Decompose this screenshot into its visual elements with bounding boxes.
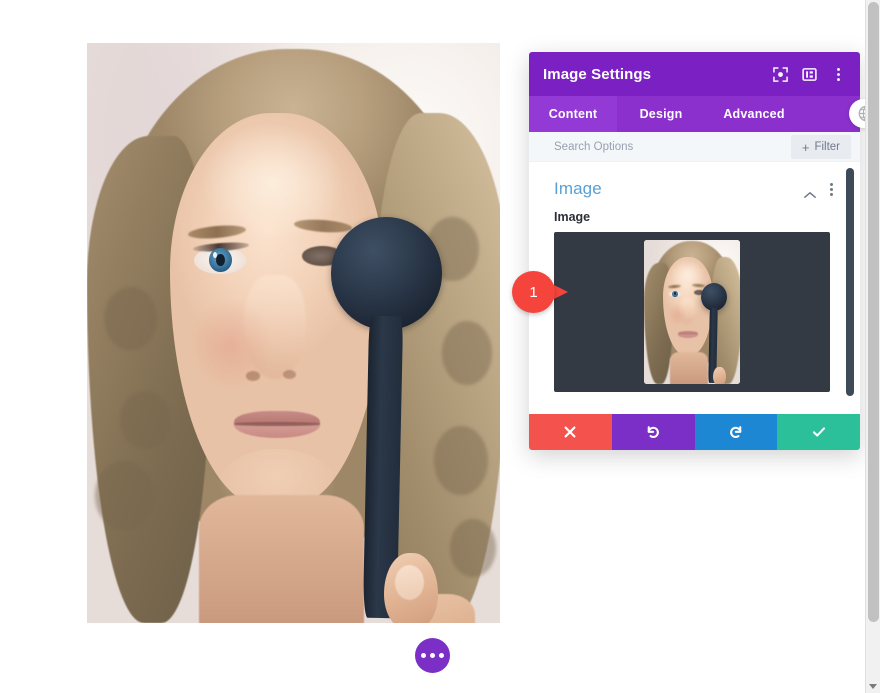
page-scrollbar-track[interactable]: [865, 0, 880, 693]
neck: [198, 495, 364, 623]
plus-icon: +: [801, 139, 810, 155]
dot-icon: [830, 182, 833, 186]
portrait-photo: [87, 43, 500, 623]
search-options-bar: + Filter: [529, 132, 860, 162]
callout-marker-1: 1: [512, 271, 576, 313]
hair-curl: [103, 286, 158, 351]
checkmark-icon: [812, 427, 825, 437]
module-actions-button[interactable]: [415, 638, 450, 673]
image-upload-preview[interactable]: [554, 232, 830, 392]
image-settings-modal: Image Settings Content Design Advanced S…: [529, 52, 860, 450]
modal-header: Image Settings: [529, 52, 860, 96]
dot-icon: [830, 187, 833, 191]
dot-icon: [430, 653, 435, 658]
page-scrollbar-thumb[interactable]: [868, 2, 879, 622]
chevron-up-icon[interactable]: [804, 186, 816, 198]
neck: [669, 352, 709, 384]
lip-line: [233, 422, 321, 426]
focus-target-icon[interactable]: [773, 66, 788, 82]
layout-panel-icon[interactable]: [802, 67, 817, 82]
redo-button[interactable]: [694, 414, 778, 450]
image-section-header: Image: [554, 162, 835, 208]
occluder-paddle-head: [330, 217, 443, 330]
hair-curl: [433, 425, 488, 496]
dot-icon: [830, 192, 833, 196]
nostril-left: [246, 371, 261, 381]
hair-curl: [450, 518, 496, 577]
modal-header-actions: [773, 66, 846, 82]
scroll-down-arrow-icon[interactable]: [869, 684, 877, 689]
close-icon: [564, 426, 576, 438]
tab-advanced[interactable]: Advanced: [705, 96, 803, 132]
occluder-paddle-head: [700, 283, 727, 312]
thumbnail-photo: [644, 240, 740, 384]
filter-button[interactable]: + Filter: [790, 135, 851, 159]
pupil-left: [215, 254, 225, 267]
hair-curl: [120, 391, 170, 449]
dot-icon: [421, 653, 426, 658]
tab-design[interactable]: Design: [617, 96, 705, 132]
eye-catchlight: [212, 251, 218, 259]
image-thumbnail: [644, 240, 740, 384]
search-input[interactable]: [554, 140, 754, 153]
thumb: [713, 366, 726, 384]
filter-button-label: Filter: [814, 141, 840, 153]
tab-content[interactable]: Content: [529, 96, 617, 132]
image-field-label: Image: [554, 210, 591, 224]
save-button[interactable]: [777, 414, 860, 450]
hair-curl: [442, 321, 492, 386]
undo-icon: [647, 426, 660, 438]
dot-icon: [439, 653, 444, 658]
modal-title: Image Settings: [543, 65, 652, 83]
redo-icon: [729, 426, 742, 438]
cancel-button[interactable]: [529, 414, 612, 450]
modal-footer: [529, 414, 860, 450]
nose: [243, 275, 306, 380]
marker-number: 1: [529, 283, 538, 301]
kebab-menu-icon[interactable]: [828, 181, 835, 198]
section-controls: [804, 181, 835, 198]
modal-tabs: Content Design Advanced: [529, 96, 860, 132]
modal-body: Image Image: [529, 162, 860, 414]
section-title: Image: [554, 179, 602, 198]
canvas-image[interactable]: [87, 43, 500, 623]
modal-scrollbar-thumb[interactable]: [846, 168, 854, 396]
kebab-menu-icon[interactable]: [831, 67, 846, 82]
undo-button[interactable]: [611, 414, 695, 450]
nose: [680, 297, 695, 324]
screen-root: Image Settings Content Design Advanced S…: [0, 0, 880, 693]
hair-curl: [95, 460, 154, 531]
thumbnail-nail: [394, 565, 424, 600]
